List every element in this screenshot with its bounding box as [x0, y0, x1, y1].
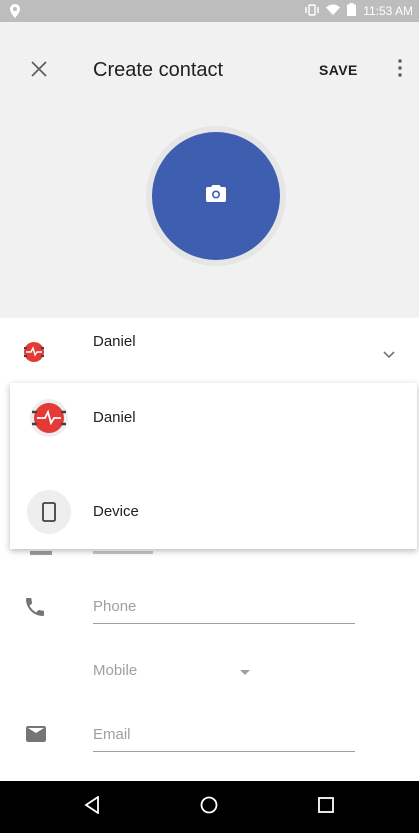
dropdown-arrow-icon — [240, 670, 250, 675]
menu-item-device[interactable]: Device — [10, 482, 417, 542]
phone-input[interactable] — [93, 598, 355, 624]
email-input[interactable] — [93, 726, 355, 752]
account-selector[interactable]: Daniel — [0, 318, 419, 384]
home-circle-icon — [200, 796, 218, 819]
location-icon — [10, 4, 20, 23]
camera-icon — [206, 185, 226, 207]
name-field-icon — [30, 551, 52, 555]
recents-button[interactable] — [314, 795, 338, 819]
email-icon — [26, 726, 46, 747]
chevron-down-icon — [383, 346, 395, 364]
recents-square-icon — [318, 796, 334, 818]
account-name: Daniel — [93, 333, 136, 350]
more-options-button[interactable] — [392, 58, 408, 82]
close-icon — [31, 60, 47, 82]
menu-item-label: Device — [93, 503, 139, 520]
phone-device-icon — [27, 490, 71, 534]
save-button[interactable]: SAVE — [319, 62, 358, 78]
status-bar: 11:53 AM — [0, 0, 419, 22]
wifi-icon — [326, 4, 341, 18]
menu-item-label: Daniel — [93, 409, 136, 426]
navigation-bar — [0, 781, 419, 833]
back-triangle-icon — [84, 794, 100, 819]
status-time: 11:53 AM — [363, 4, 413, 18]
add-photo-button[interactable] — [152, 132, 280, 260]
home-button[interactable] — [197, 795, 221, 819]
battery-icon — [347, 3, 357, 19]
more-vert-icon — [398, 58, 402, 82]
phone-type-select[interactable]: Mobile — [93, 660, 253, 684]
phone-type-value: Mobile — [93, 662, 138, 679]
phone-icon — [26, 598, 44, 621]
vibrate-icon — [305, 3, 319, 19]
close-button[interactable] — [26, 58, 52, 84]
account-avatar-icon — [27, 396, 71, 440]
account-menu: Daniel Device — [10, 383, 417, 549]
name-field-fragment — [93, 551, 153, 554]
status-icons: 11:53 AM — [305, 3, 413, 19]
back-button[interactable] — [80, 794, 104, 819]
account-avatar-icon — [22, 340, 46, 364]
menu-item-account[interactable]: Daniel — [10, 388, 417, 448]
page-title: Create contact — [93, 59, 224, 81]
